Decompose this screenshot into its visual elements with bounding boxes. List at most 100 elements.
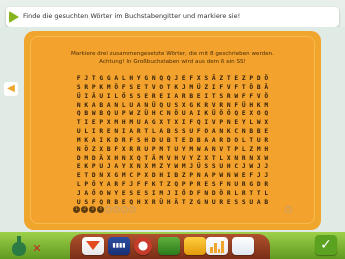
grid-letter[interactable]: R [150, 199, 158, 208]
grid-letter[interactable]: X [158, 119, 166, 128]
grid-letter[interactable]: Z [218, 75, 226, 84]
grid-letter[interactable]: K [150, 181, 158, 190]
grid-letter[interactable]: Ö [218, 190, 226, 199]
grid-letter[interactable]: T [210, 155, 218, 164]
grid-letter[interactable]: P [233, 146, 241, 155]
grid-letter[interactable]: M [158, 190, 166, 199]
grid-letter[interactable]: J [105, 163, 113, 172]
grid-letter[interactable]: R [225, 93, 233, 102]
grid-letter[interactable]: R [135, 128, 143, 137]
grid-letter[interactable]: S [233, 199, 241, 208]
grid-letter[interactable]: N [165, 110, 173, 119]
grid-letter[interactable]: V [210, 119, 218, 128]
grid-letter[interactable]: H [158, 172, 166, 181]
grid-letter[interactable]: E [240, 172, 248, 181]
grid-letter[interactable]: D [188, 137, 196, 146]
grid-letter[interactable]: W [218, 172, 226, 181]
grid-letter[interactable]: K [83, 102, 91, 111]
grid-letter[interactable]: R [113, 181, 121, 190]
grid-letter[interactable]: E [75, 172, 83, 181]
grid-letter[interactable]: M [158, 146, 166, 155]
grid-letter[interactable]: S [240, 199, 248, 208]
grid-letter[interactable]: B [195, 137, 203, 146]
grid-letter[interactable]: G [98, 75, 106, 84]
grid-letter[interactable]: L [233, 190, 241, 199]
grid-letter[interactable]: I [120, 128, 128, 137]
grid-letter[interactable]: Q [263, 110, 271, 119]
grid-letter[interactable]: H [143, 137, 151, 146]
grid-letter[interactable]: H [113, 155, 121, 164]
grid-letter[interactable]: G [188, 102, 196, 111]
grid-letter[interactable]: M [180, 163, 188, 172]
grid-letter[interactable]: R [180, 93, 188, 102]
grid-letter[interactable]: F [120, 181, 128, 190]
grid-letter[interactable]: Q [135, 155, 143, 164]
grid-letter[interactable]: Z [240, 75, 248, 84]
grid-letter[interactable]: D [188, 190, 196, 199]
grid-letter[interactable]: P [98, 119, 106, 128]
grid-letter[interactable]: X [105, 172, 113, 181]
grid-letter[interactable]: A [90, 137, 98, 146]
grid-letter[interactable]: J [263, 163, 271, 172]
grid-letter[interactable]: G [113, 172, 121, 181]
grid-letter[interactable]: B [255, 84, 263, 93]
grid-letter[interactable]: U [98, 93, 106, 102]
grid-letter[interactable]: L [240, 146, 248, 155]
grid-letter[interactable]: M [263, 102, 271, 111]
grid-letter[interactable]: E [233, 75, 241, 84]
grid-letter[interactable]: F [218, 181, 226, 190]
grid-letter[interactable]: S [128, 84, 136, 93]
grid-letter[interactable]: P [188, 181, 196, 190]
grid-letter[interactable]: Y [113, 190, 121, 199]
grid-letter[interactable]: I [180, 119, 188, 128]
grid-letter[interactable]: S [203, 163, 211, 172]
grid-letter[interactable]: A [203, 137, 211, 146]
grid-letter[interactable]: R [240, 190, 248, 199]
grid-letter[interactable]: S [180, 128, 188, 137]
grid-letter[interactable]: Ä [90, 93, 98, 102]
grid-letter[interactable]: P [83, 181, 91, 190]
grid-letter[interactable]: W [105, 190, 113, 199]
grid-letter[interactable]: U [158, 137, 166, 146]
grid-letter[interactable]: U [128, 102, 136, 111]
grid-letter[interactable]: U [218, 163, 226, 172]
grid-letter[interactable]: X [105, 155, 113, 164]
grid-letter[interactable]: Ö [225, 110, 233, 119]
grid-letter[interactable]: N [233, 155, 241, 164]
book-icon[interactable] [232, 237, 254, 255]
grid-letter[interactable]: M [150, 163, 158, 172]
grid-letter[interactable]: Ö [248, 84, 256, 93]
grid-letter[interactable]: D [75, 155, 83, 164]
grid-letter[interactable]: G [105, 75, 113, 84]
grid-letter[interactable]: J [240, 163, 248, 172]
folder-icon[interactable] [184, 237, 206, 255]
grid-letter[interactable]: F [113, 146, 121, 155]
grid-letter[interactable]: X [195, 75, 203, 84]
grid-letter[interactable]: Ä [173, 199, 181, 208]
grid-letter[interactable]: C [128, 172, 136, 181]
grid-letter[interactable]: C [233, 163, 241, 172]
grid-letter[interactable]: T [165, 146, 173, 155]
grid-letter[interactable]: U [233, 181, 241, 190]
grid-letter[interactable]: N [75, 146, 83, 155]
grid-letter[interactable]: W [248, 163, 256, 172]
grid-letter[interactable]: W [90, 110, 98, 119]
grid-letter[interactable]: I [83, 93, 91, 102]
grid-letter[interactable]: I [165, 172, 173, 181]
grid-letter[interactable]: Y [240, 119, 248, 128]
grid-letter[interactable]: A [128, 128, 136, 137]
grid-letter[interactable]: L [113, 93, 121, 102]
grid-letter[interactable]: F [233, 84, 241, 93]
grid-letter[interactable]: L [150, 128, 158, 137]
grid-letter[interactable]: X [128, 155, 136, 164]
grid-letter[interactable]: Ü [158, 199, 166, 208]
grid-letter[interactable]: U [113, 110, 121, 119]
grid-letter[interactable]: Q [195, 119, 203, 128]
grid-letter[interactable]: I [210, 84, 218, 93]
grid-letter[interactable]: S [210, 163, 218, 172]
grid-letter[interactable]: Ä [150, 155, 158, 164]
grid-letter[interactable]: E [135, 84, 143, 93]
grid-letter[interactable]: Ö [263, 75, 271, 84]
grid-letter[interactable]: I [150, 190, 158, 199]
grid-letter[interactable]: S [173, 128, 181, 137]
